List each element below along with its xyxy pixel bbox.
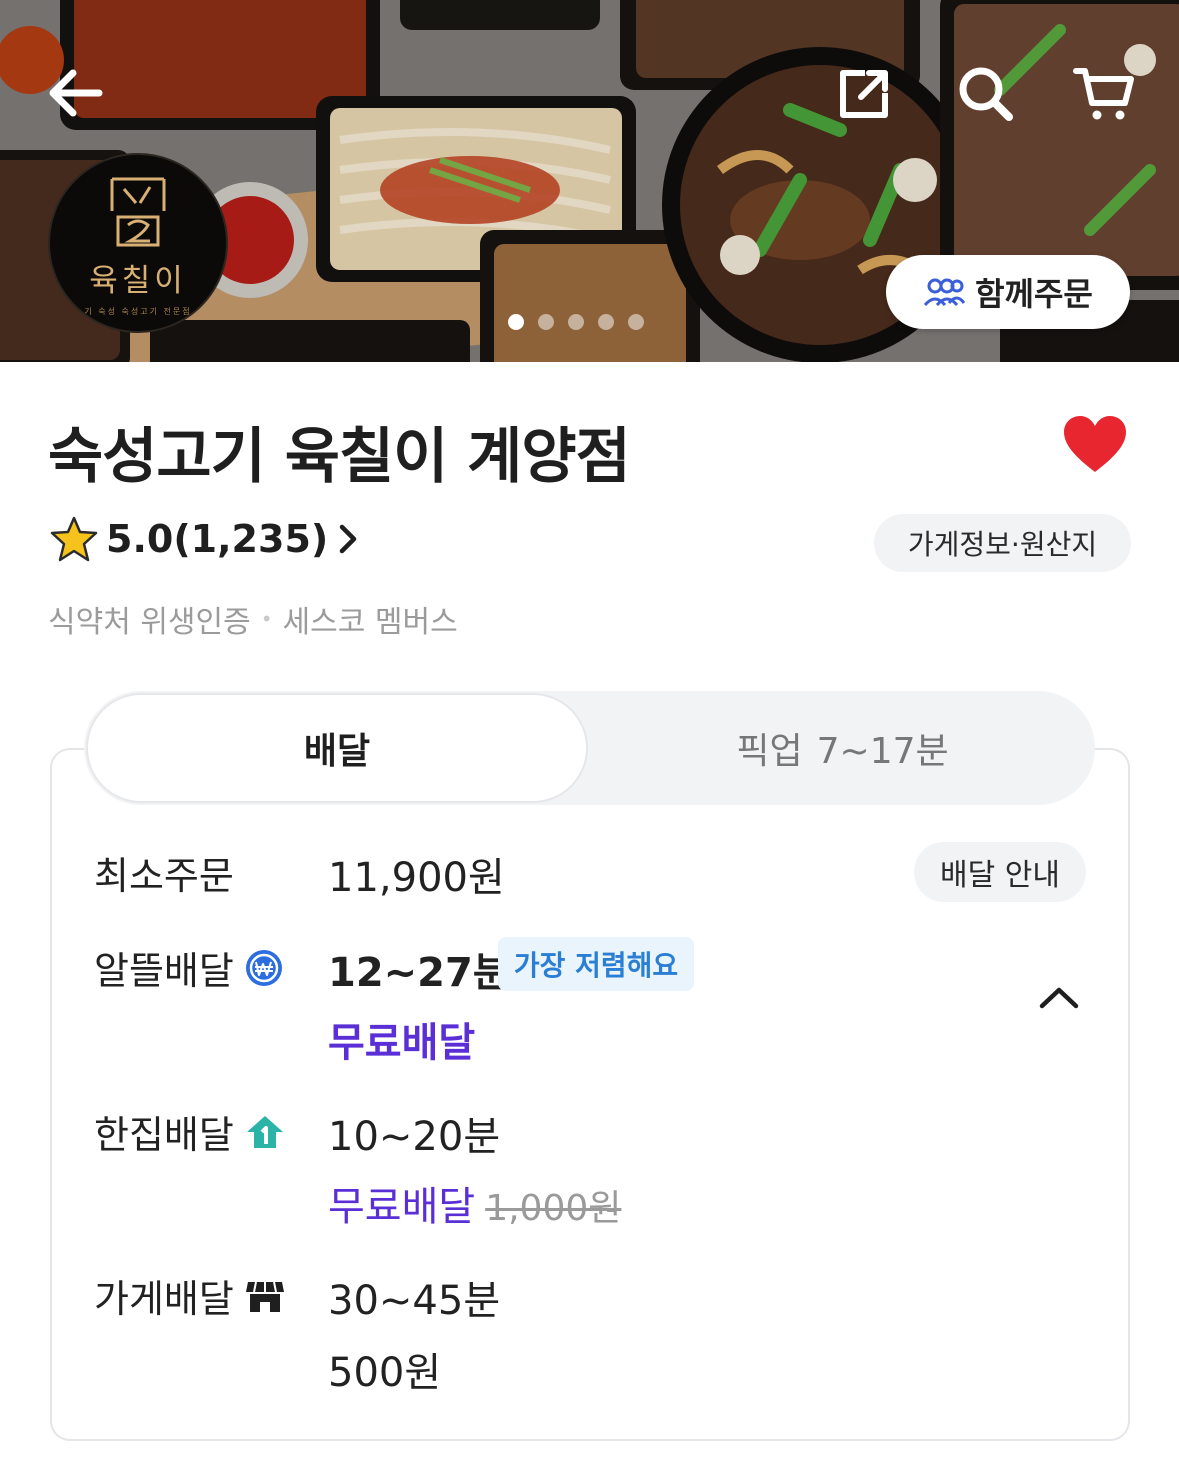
rating-link[interactable]: 5.0(1,235) <box>50 516 360 562</box>
store-logo: 육칠이 기 숙성 숙성고기 전문점 <box>48 153 228 333</box>
tab-pickup-time: 7~17분 <box>816 731 949 772</box>
store-name: 숙성고기 육칠이 계양점 <box>48 422 631 492</box>
store-info-button[interactable]: 가게정보·원산지 <box>874 514 1131 572</box>
people-icon <box>923 278 966 307</box>
logo-mark-icon <box>110 177 166 247</box>
group-order-button[interactable]: 함께주문 <box>886 255 1130 329</box>
option-store-label: 가게배달 <box>94 1268 286 1323</box>
separator-dot: • <box>260 607 273 631</box>
store-icon <box>245 1281 284 1312</box>
option-saver-fee: 무료배달 <box>328 1020 476 1066</box>
min-order-label: 최소주문 <box>94 845 234 900</box>
min-order-label-text: 최소주문 <box>94 854 234 898</box>
logo-subtext: 기 숙성 숙성고기 전문점 <box>84 307 192 316</box>
cart-button[interactable] <box>1068 58 1140 130</box>
share-button[interactable] <box>828 58 900 130</box>
option-saver-time: 12~27분 <box>328 950 510 996</box>
order-type-tabs: 배달 픽업 7~17분 <box>84 691 1095 805</box>
rating-value: 5.0(1,235) <box>106 517 329 561</box>
cert-hygiene[interactable]: 식약처 위생인증 <box>48 597 251 641</box>
option-single-time: 10~20분 <box>328 1114 501 1160</box>
group-order-label: 함께주문 <box>975 275 1093 313</box>
carousel-dot[interactable] <box>598 314 614 330</box>
chevron-right-icon <box>340 524 357 554</box>
carousel-dot[interactable] <box>568 314 584 330</box>
star-icon <box>50 516 98 562</box>
search-button[interactable] <box>950 58 1022 130</box>
search-icon <box>959 67 1013 121</box>
logo-text: 육칠이 <box>89 263 187 299</box>
option-saver-label: 알뜰배달 <box>94 940 284 995</box>
carousel-dot[interactable] <box>628 314 644 330</box>
option-store-label-text: 가게배달 <box>94 1277 234 1321</box>
delivery-guide-button[interactable]: 배달 안내 <box>914 842 1086 902</box>
arrow-left-icon <box>49 69 103 117</box>
carousel-dot[interactable] <box>538 314 554 330</box>
option-store-fee: 500원 <box>328 1350 442 1396</box>
hero-banner[interactable]: 육칠이 기 숙성 숙성고기 전문점 함께주문 <box>0 0 1179 362</box>
chevron-up-icon[interactable] <box>1036 978 1082 1018</box>
share-icon <box>840 70 888 118</box>
option-single-label-text: 한집배달 <box>94 1113 234 1157</box>
min-order-value: 11,900원 <box>328 855 505 901</box>
won-coin-icon <box>245 949 282 986</box>
back-button[interactable] <box>40 58 110 128</box>
cert-cesco[interactable]: 세스코 멤버스 <box>283 597 458 641</box>
cart-icon <box>1073 68 1134 120</box>
certifications: 식약처 위생인증 • 세스코 멤버스 <box>48 597 458 641</box>
tab-delivery-label: 배달 <box>303 731 371 772</box>
tab-delivery[interactable]: 배달 <box>86 693 588 803</box>
option-single-fee-row: 무료배달 1,000원 <box>328 1174 621 1232</box>
tab-pickup[interactable]: 픽업 7~17분 <box>590 691 1095 805</box>
carousel-dot[interactable] <box>508 314 524 330</box>
tab-pickup-label: 픽업 <box>736 731 803 772</box>
cheapest-badge: 가장 저렴해요 <box>498 937 694 991</box>
heart-icon[interactable] <box>1062 414 1128 476</box>
option-saver-label-text: 알뜰배달 <box>94 949 234 993</box>
house-one-icon <box>246 1115 283 1148</box>
carousel-indicator <box>508 314 644 330</box>
option-single-label: 한집배달 <box>94 1104 286 1159</box>
option-single-original-fee: 1,000원 <box>485 1188 622 1229</box>
option-store-time: 30~45분 <box>328 1278 501 1324</box>
option-single-fee: 무료배달 <box>328 1184 476 1230</box>
